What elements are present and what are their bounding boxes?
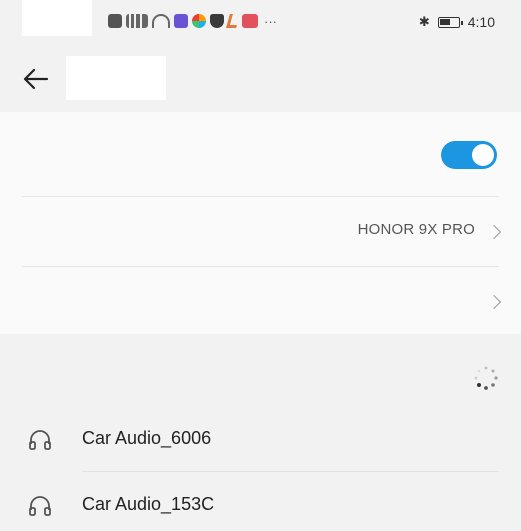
divider <box>82 471 499 472</box>
status-icons: ··· <box>108 12 277 30</box>
app-red-icon <box>242 14 258 28</box>
title-bar <box>0 50 521 106</box>
chevron-right-icon <box>486 224 502 240</box>
app-multicolor-icon <box>192 14 206 28</box>
device-name: Car Audio_6006 <box>82 428 212 448</box>
status-bar: ··· ✱ 4:10 <box>0 0 521 50</box>
page-title-redaction <box>66 56 166 100</box>
bluetooth-toggle-row[interactable] <box>0 112 521 196</box>
loading-spinner-icon <box>474 366 498 390</box>
status-time: 4:10 <box>467 14 495 30</box>
status-bar-redaction <box>22 0 92 36</box>
headset-icon <box>29 496 51 516</box>
battery-icon <box>437 16 463 28</box>
device-name-row[interactable]: HONOR 9X PRO <box>0 197 521 265</box>
headset-icon <box>29 430 51 450</box>
settings-card: HONOR 9X PRO <box>0 112 521 334</box>
wifi-icon <box>152 14 170 28</box>
chevron-right-icon <box>486 294 502 310</box>
app-purple-icon <box>174 14 188 28</box>
bluetooth-toggle[interactable] <box>441 141 497 169</box>
app-orange-icon <box>226 14 240 28</box>
hd-icon <box>108 14 122 28</box>
device-name-value: HONOR 9X PRO <box>357 221 475 238</box>
shield-icon <box>210 14 224 28</box>
device-item[interactable]: Car Audio_6006 <box>0 410 521 470</box>
back-arrow-icon <box>23 68 49 90</box>
device-item[interactable]: Car Audio_153C <box>0 476 521 531</box>
toggle-knob <box>472 144 494 166</box>
device-name: Car Audio_153C <box>82 494 215 514</box>
back-button[interactable] <box>20 64 52 94</box>
status-overflow: ··· <box>264 13 277 29</box>
bluetooth-icon: ✱ <box>418 14 430 29</box>
received-files-row[interactable] <box>0 267 521 334</box>
status-right: ✱ 4:10 <box>419 14 495 30</box>
signal-icon <box>126 14 148 28</box>
